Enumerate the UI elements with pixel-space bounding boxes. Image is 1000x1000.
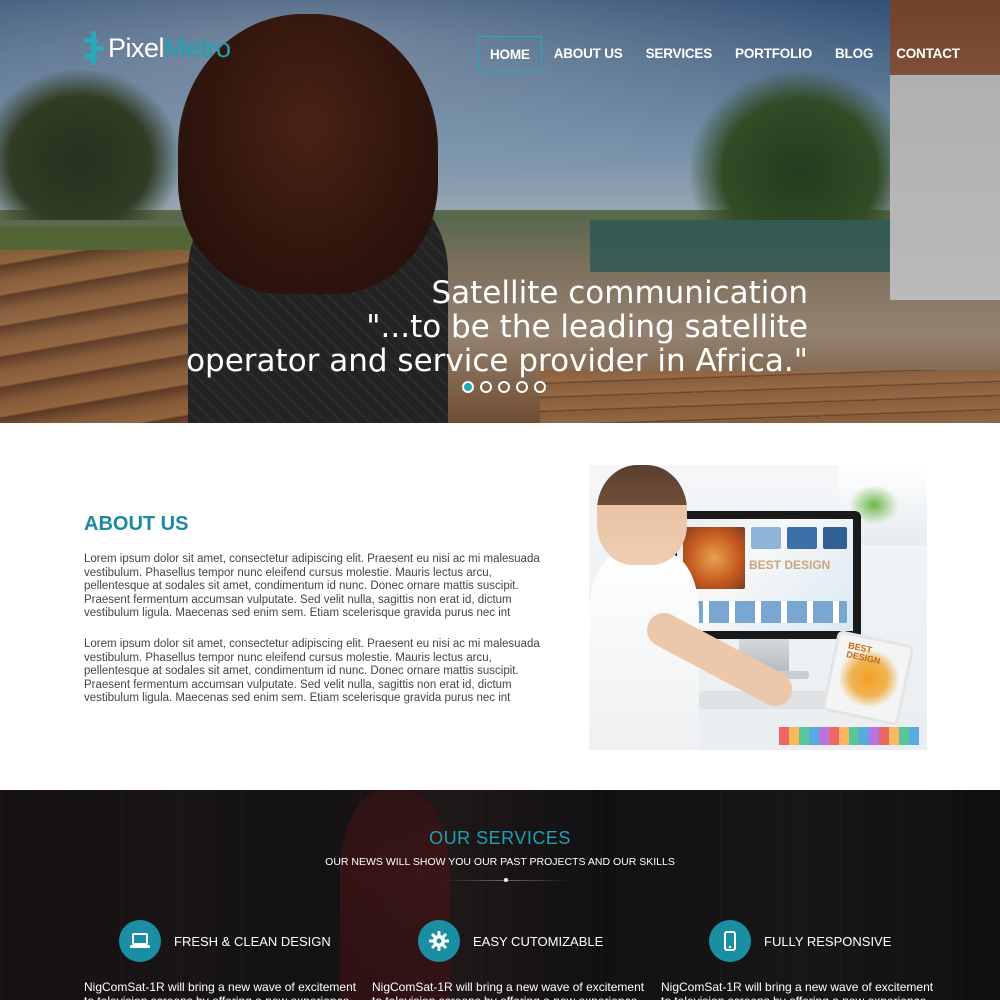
gear-icon <box>418 920 460 962</box>
nav-about-us[interactable]: ABOUT US <box>543 36 634 72</box>
logo-icon <box>84 31 104 65</box>
hero-slogan: Satellite communication "...to be the le… <box>186 276 808 378</box>
logo-text: PixelMetro <box>108 32 231 63</box>
slider-dot[interactable] <box>498 381 510 393</box>
about-image: BEST DESIGN BEST DESIGN <box>589 465 927 750</box>
monitor-screen: BEST DESIGN <box>677 519 853 631</box>
hero-slogan-line: operator and service provider in Africa.… <box>186 343 808 379</box>
slider-pagination <box>462 381 552 393</box>
feature-responsive: FULLY RESPONSIVE <box>709 920 891 962</box>
nav-blog[interactable]: BLOG <box>824 36 884 72</box>
woman-head <box>597 465 687 565</box>
nav-portfolio[interactable]: PORTFOLIO <box>724 36 823 72</box>
slider-dot[interactable] <box>480 381 492 393</box>
services-overlay <box>0 790 1000 1000</box>
mobile-icon <box>709 920 751 962</box>
laptop-icon <box>119 920 161 962</box>
feature-label: EASY CUTOMIZABLE <box>473 933 604 949</box>
about-title: ABOUT US <box>84 513 189 535</box>
slider-dot[interactable] <box>462 381 474 393</box>
services-section: OUR SERVICES OUR NEWS WILL SHOW YOU OUR … <box>0 790 1000 1000</box>
feature-description: NigComSat-1R will bring a new wave of ex… <box>661 980 934 1000</box>
nav-services[interactable]: SERVICES <box>635 36 723 72</box>
services-subtitle: OUR NEWS WILL SHOW YOU OUR PAST PROJECTS… <box>325 856 675 868</box>
feature-description: NigComSat-1R will bring a new wave of ex… <box>372 980 645 1000</box>
screen-badge-text: BEST DESIGN <box>749 558 831 572</box>
feature-customizable: EASY CUTOMIZABLE <box>418 920 603 962</box>
feature-label: FRESH & CLEAN DESIGN <box>174 933 331 949</box>
site-logo[interactable]: PixelMetro <box>84 28 231 68</box>
feature-design: FRESH & CLEAN DESIGN <box>119 920 331 962</box>
tablet: BEST DESIGN <box>821 629 915 727</box>
hero-slogan-line: Satellite communication <box>431 275 808 311</box>
slider-dot[interactable] <box>534 381 546 393</box>
nav-home[interactable]: HOME <box>478 36 542 72</box>
divider-dot <box>504 878 508 882</box>
feature-label: FULLY RESPONSIVE <box>764 933 892 949</box>
slider-dot[interactable] <box>516 381 528 393</box>
about-paragraph: Lorem ipsum dolor sit amet, consectetur … <box>84 638 540 705</box>
feature-description: NigComSat-1R will bring a new wave of ex… <box>84 980 357 1000</box>
about-paragraph: Lorem ipsum dolor sit amet, consectetur … <box>84 553 540 620</box>
hero-slider: PixelMetro HOME ABOUT US SERVICES PORTFO… <box>0 0 1000 423</box>
nav-contact[interactable]: CONTACT <box>885 36 971 72</box>
color-swatches <box>779 727 919 745</box>
services-title: OUR SERVICES <box>429 828 571 848</box>
main-nav: HOME ABOUT US SERVICES PORTFOLIO BLOG CO… <box>478 36 972 72</box>
hero-slogan-line: "...to be the leading satellite <box>366 309 808 345</box>
